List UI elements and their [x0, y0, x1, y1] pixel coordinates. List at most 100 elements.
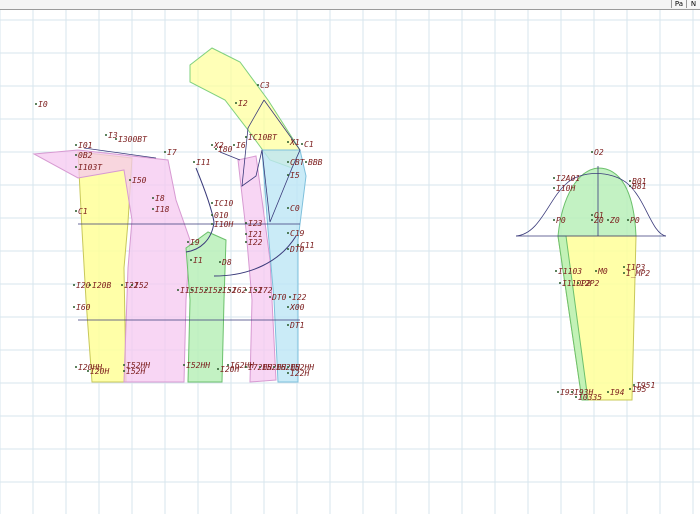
bodice-pattern[interactable]	[32, 47, 307, 383]
point-marker[interactable]	[555, 270, 557, 272]
point-marker[interactable]	[219, 289, 221, 291]
point-marker[interactable]	[123, 370, 125, 372]
point-marker[interactable]	[205, 289, 207, 291]
point-marker[interactable]	[557, 391, 559, 393]
point-marker[interactable]	[245, 366, 247, 368]
point-marker[interactable]	[89, 284, 91, 286]
point-marker[interactable]	[115, 138, 117, 140]
point-marker[interactable]	[75, 154, 77, 156]
point-marker[interactable]	[73, 284, 75, 286]
point-marker[interactable]	[190, 259, 192, 261]
point-marker[interactable]	[211, 144, 213, 146]
point-marker[interactable]	[152, 208, 154, 210]
point-marker[interactable]	[191, 289, 193, 291]
point-marker[interactable]	[577, 282, 579, 284]
point-marker[interactable]	[591, 219, 593, 221]
point-marker[interactable]	[287, 248, 289, 250]
point-marker[interactable]	[235, 102, 237, 104]
point-marker[interactable]	[129, 179, 131, 181]
pattern-drawing[interactable]: I0I3 I300BTI010B2I103TI50I7I8I18C1I11X2 I6…	[0, 10, 700, 514]
point-marker[interactable]	[287, 174, 289, 176]
point-marker[interactable]	[553, 187, 555, 189]
point-marker[interactable]	[287, 161, 289, 163]
point-label: I72	[258, 286, 273, 295]
point-marker[interactable]	[629, 388, 631, 390]
point-marker[interactable]	[633, 384, 635, 386]
point-marker[interactable]	[287, 366, 289, 368]
point-marker[interactable]	[217, 368, 219, 370]
point-marker[interactable]	[623, 272, 625, 274]
point-marker[interactable]	[269, 296, 271, 298]
point-marker[interactable]	[607, 391, 609, 393]
point-marker[interactable]	[183, 364, 185, 366]
point-marker[interactable]	[245, 233, 247, 235]
point-marker[interactable]	[629, 180, 631, 182]
point-marker[interactable]	[287, 372, 289, 374]
point-marker[interactable]	[152, 197, 154, 199]
point-marker[interactable]	[233, 144, 235, 146]
point-marker[interactable]	[629, 185, 631, 187]
point-label: Z0	[609, 216, 620, 225]
point-marker[interactable]	[255, 289, 257, 291]
point-marker[interactable]	[121, 284, 123, 286]
point-label: I_MP2	[626, 269, 650, 278]
point-marker[interactable]	[75, 144, 77, 146]
point-label: I0335	[578, 393, 602, 402]
point-marker[interactable]	[273, 366, 275, 368]
point-marker[interactable]	[245, 136, 247, 138]
point-marker[interactable]	[627, 219, 629, 221]
point-label: P0	[630, 216, 640, 225]
point-marker[interactable]	[591, 214, 593, 216]
point-marker[interactable]	[259, 366, 261, 368]
point-label: I23	[248, 219, 263, 228]
toolbar-button-n[interactable]: N	[686, 0, 700, 8]
point-label: I9	[190, 238, 200, 247]
point-marker[interactable]	[73, 306, 75, 308]
point-marker[interactable]	[257, 84, 259, 86]
point-marker[interactable]	[187, 241, 189, 243]
point-marker[interactable]	[575, 396, 577, 398]
point-marker[interactable]	[219, 261, 221, 263]
point-marker[interactable]	[75, 210, 77, 212]
point-marker[interactable]	[623, 266, 625, 268]
point-marker[interactable]	[553, 219, 555, 221]
point-marker[interactable]	[287, 306, 289, 308]
point-marker[interactable]	[215, 148, 217, 150]
point-marker[interactable]	[559, 282, 561, 284]
point-marker[interactable]	[305, 161, 307, 163]
point-marker[interactable]	[301, 143, 303, 145]
point-marker[interactable]	[287, 324, 289, 326]
point-marker[interactable]	[177, 289, 179, 291]
point-marker[interactable]	[75, 366, 77, 368]
point-marker[interactable]	[591, 151, 593, 153]
point-marker[interactable]	[211, 223, 213, 225]
point-marker[interactable]	[211, 214, 213, 216]
point-marker[interactable]	[87, 370, 89, 372]
point-marker[interactable]	[245, 241, 247, 243]
point-marker[interactable]	[287, 232, 289, 234]
point-marker[interactable]	[229, 289, 231, 291]
point-marker[interactable]	[211, 202, 213, 204]
point-marker[interactable]	[227, 364, 229, 366]
point-marker[interactable]	[287, 141, 289, 143]
point-marker[interactable]	[164, 151, 166, 153]
point-marker[interactable]	[131, 284, 133, 286]
point-marker[interactable]	[123, 364, 125, 366]
toolbar-button-pa[interactable]: Pa	[671, 0, 686, 8]
point-marker[interactable]	[553, 177, 555, 179]
underarm-panel-green[interactable]	[185, 231, 227, 383]
point-marker[interactable]	[571, 391, 573, 393]
point-marker[interactable]	[245, 289, 247, 291]
point-label: I52HH	[186, 361, 210, 370]
point-marker[interactable]	[607, 219, 609, 221]
point-marker[interactable]	[595, 270, 597, 272]
point-marker[interactable]	[193, 161, 195, 163]
front-panel-yellow[interactable]	[77, 151, 133, 383]
point-marker[interactable]	[35, 103, 37, 105]
point-marker[interactable]	[289, 296, 291, 298]
point-marker[interactable]	[287, 207, 289, 209]
point-marker[interactable]	[245, 222, 247, 224]
pattern-canvas[interactable]: I0 I3 I300BT I01 0B2 I103T I50 I7 I8 I18 C1 I11 X2 I6…	[0, 10, 700, 514]
point-marker[interactable]	[75, 166, 77, 168]
point-marker[interactable]	[105, 134, 107, 136]
